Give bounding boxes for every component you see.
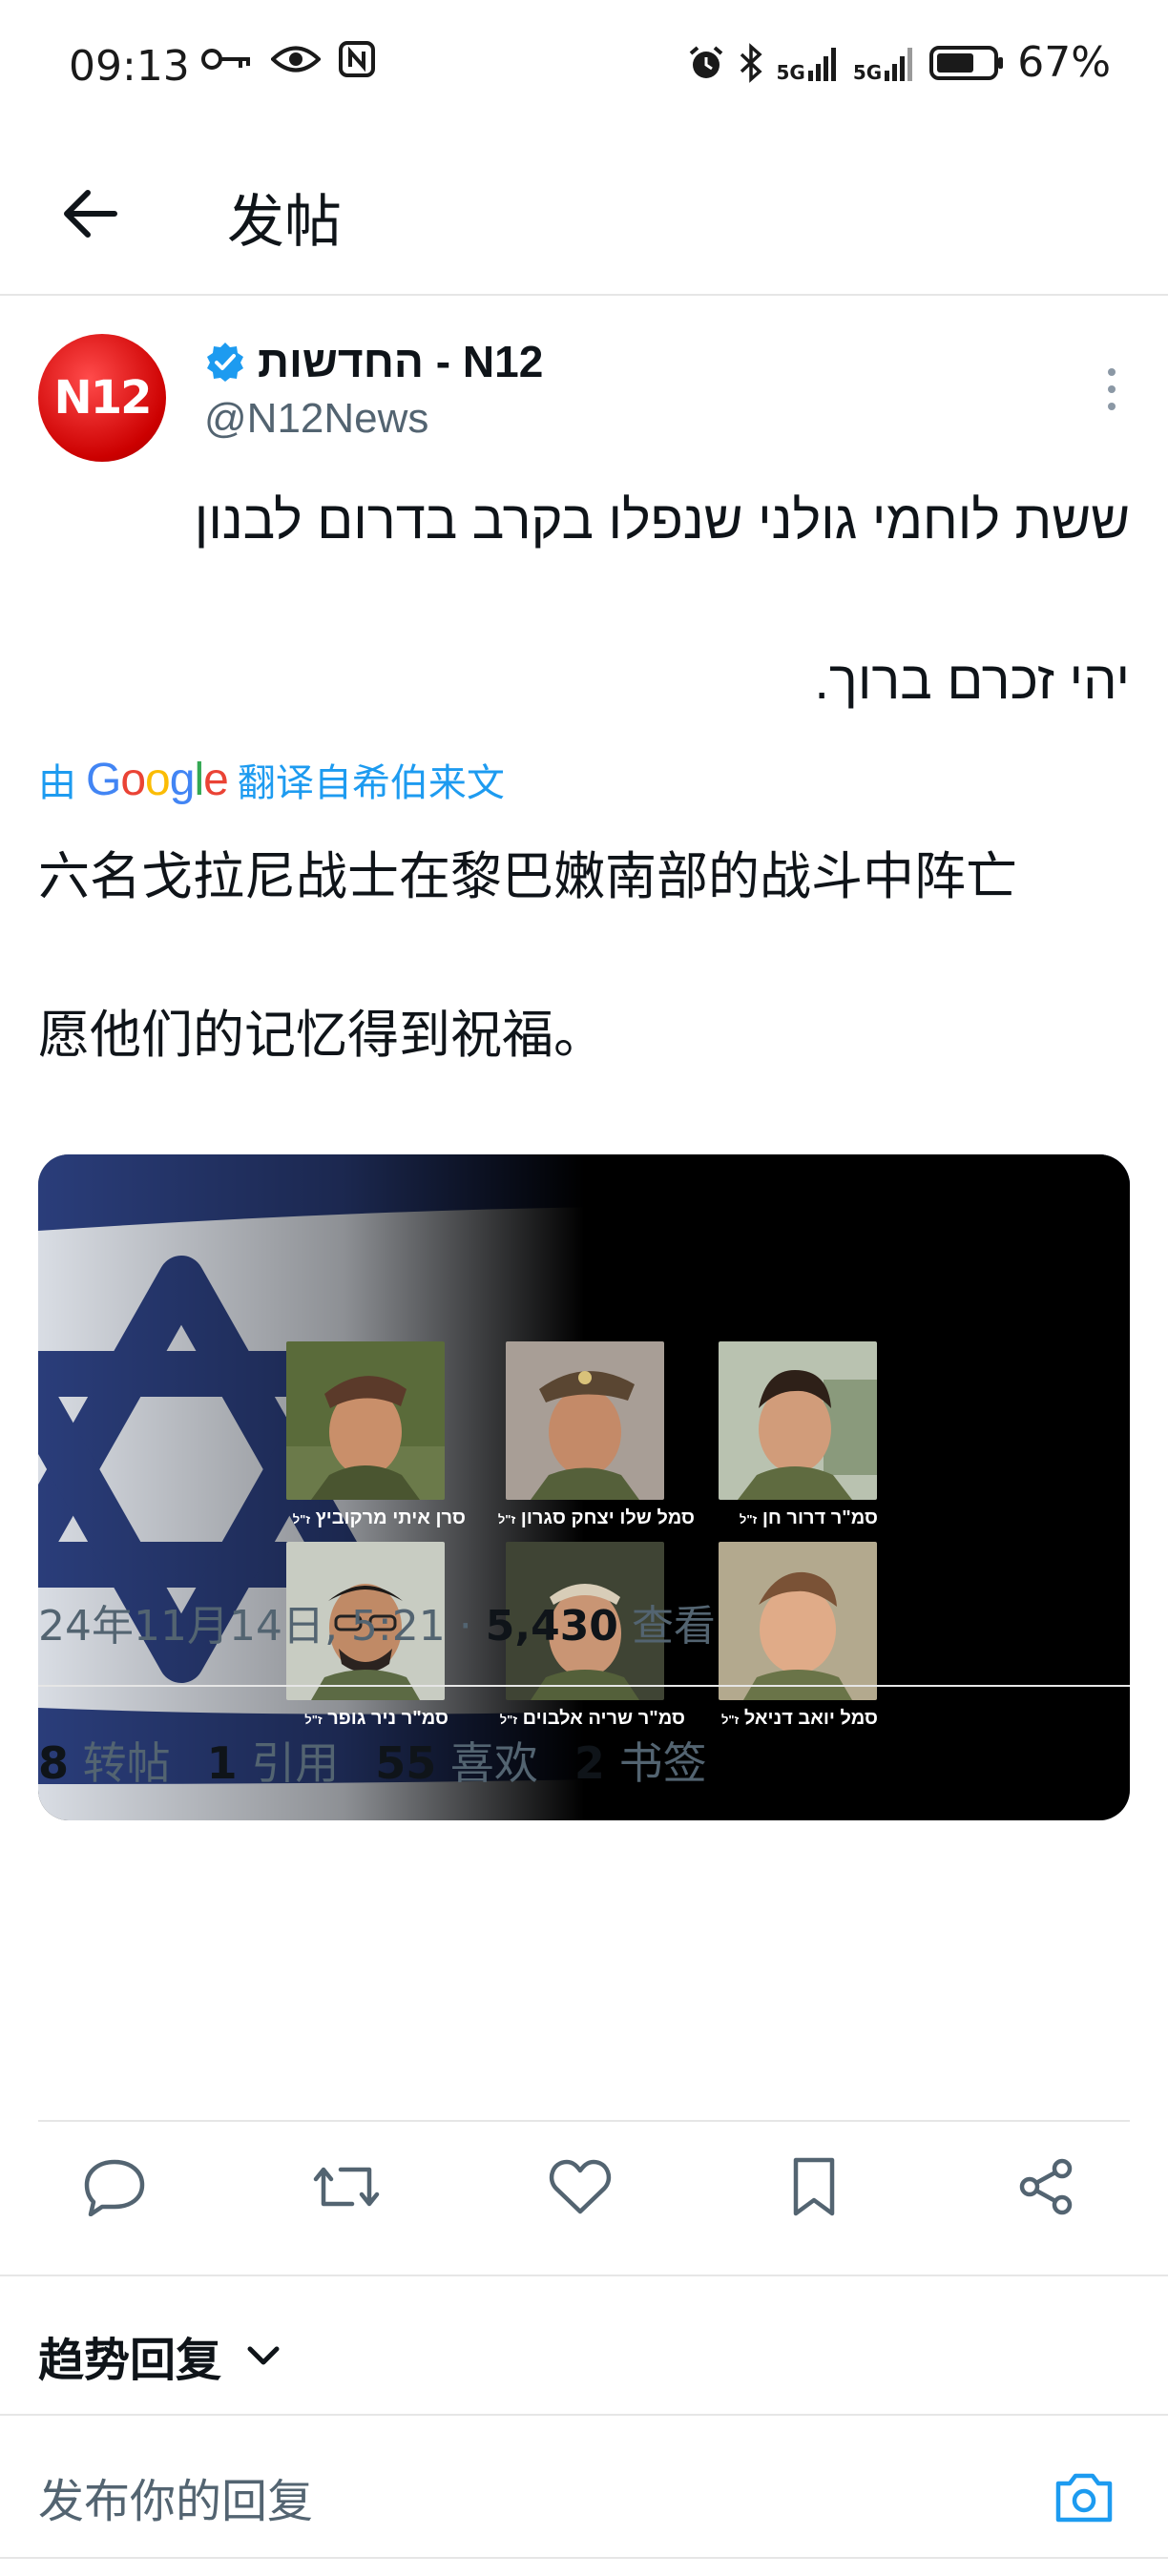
tweet-media-image[interactable]: סרן איתי מרקוביץ ז"ל סמל שלו יצחק סגרון … — [38, 1154, 1130, 1820]
divider — [38, 2120, 1130, 2122]
meta-separator: · — [458, 1602, 472, 1651]
stat-label: 喜欢 — [449, 1737, 538, 1789]
repost-button[interactable] — [308, 2149, 385, 2225]
stat-count: 8 — [38, 1737, 70, 1789]
soldier-name: סמל שלו יצחק סגרון — [520, 1507, 695, 1528]
top-app-bar: 发帖 — [0, 134, 1168, 296]
divider — [0, 2275, 1168, 2276]
repost-icon — [313, 2167, 380, 2207]
soldier-caption-4: סמ"ר ניר גופר ז"ל — [265, 1708, 448, 1730]
arrow-left-icon — [64, 190, 117, 238]
more-vertical-icon — [1108, 368, 1116, 410]
reply-input[interactable]: 发布你的回复 — [38, 2463, 313, 2530]
soldier-name: סמ"ר דרור חן — [761, 1507, 878, 1528]
google-logo: Google — [86, 754, 229, 805]
stat-count: 1 — [206, 1737, 238, 1789]
engagement-stats: 8 转帖 1 引用 55 喜欢 2 书签 — [38, 1729, 707, 1792]
author-name-row[interactable]: החדשות - N12 — [204, 336, 543, 387]
stat-reposts[interactable]: 8 转帖 — [38, 1729, 171, 1792]
stat-likes[interactable]: 55 喜欢 — [375, 1729, 538, 1792]
soldier-caption-5: סמ"ר שריה אלבוים ז"ל — [479, 1708, 685, 1730]
signal-1: 5G — [777, 44, 840, 82]
view-count: 5,430 — [485, 1602, 618, 1651]
network-type-2: 5G — [852, 60, 883, 84]
post-datetime: 24年11月14日, 5:21 — [38, 1602, 446, 1651]
trending-label: 趋势回复 — [38, 2334, 222, 2387]
soldier-photo — [286, 1341, 445, 1500]
soldier-name: סמל יואב דניאל — [743, 1708, 878, 1729]
translate-prefix: 由 — [38, 761, 76, 805]
bookmark-icon — [793, 2157, 835, 2216]
status-time: 09:13 — [69, 42, 190, 91]
signal-2: 5G — [853, 44, 916, 82]
soldier-suffix: ז"ל — [304, 1713, 323, 1727]
soldier-caption-1: סרן איתי מרקוביץ ז"ל — [265, 1507, 466, 1529]
soldier-suffix: ז"ל — [499, 1713, 518, 1727]
camera-button[interactable] — [1046, 2460, 1122, 2536]
comment-icon — [84, 2159, 145, 2216]
status-right-icons: 5G 5G 67% — [687, 38, 1111, 87]
chevron-down-icon — [247, 2346, 280, 2365]
tweet-meta: 24年11月14日, 5:21 · 5,430 查看 — [38, 1591, 716, 1652]
soldier-name: סמ"ר שריה אלבוים — [522, 1708, 685, 1729]
soldier-suffix: ז"ל — [739, 1512, 758, 1527]
soldier-photo — [719, 1542, 877, 1700]
heart-icon — [549, 2159, 612, 2214]
bluetooth-icon — [740, 42, 762, 83]
soldier-photo — [719, 1341, 877, 1500]
stat-count: 55 — [375, 1737, 437, 1789]
reply-button[interactable] — [76, 2149, 153, 2225]
like-button[interactable] — [542, 2149, 618, 2225]
share-button[interactable] — [1008, 2149, 1084, 2225]
soldier-suffix: ז"ל — [292, 1512, 311, 1527]
display-name: החדשות - N12 — [258, 337, 544, 386]
battery-percent: 67% — [1017, 38, 1111, 87]
divider — [38, 1685, 1130, 1687]
soldier-photo — [506, 1341, 664, 1500]
stat-count: 2 — [574, 1737, 605, 1789]
share-icon — [1019, 2158, 1073, 2215]
soldier-suffix: ז"ל — [497, 1512, 516, 1527]
battery-icon — [929, 45, 1004, 80]
soldier-suffix: ז"ל — [720, 1713, 740, 1727]
back-button[interactable] — [55, 179, 124, 248]
stat-label: 引用 — [251, 1737, 340, 1789]
soldier-name: סמ"ר ניר גופר — [327, 1708, 448, 1729]
avatar[interactable]: N12 — [38, 334, 166, 462]
soldier-caption-6: סמל יואב דניאל ז"ל — [697, 1708, 878, 1730]
camera-icon — [1055, 2473, 1113, 2523]
status-bar: 09:13 5G 5G 67% — [0, 0, 1168, 134]
stat-label: 书签 — [618, 1737, 707, 1789]
user-handle[interactable]: @N12News — [204, 395, 428, 443]
tweet-text-translated-line2: 愿他们的记忆得到祝福。 — [38, 1005, 605, 1065]
soldier-caption-3: סמ"ר דרור חן ז"ל — [706, 1507, 878, 1529]
status-left-icons — [200, 40, 376, 78]
stat-quotes[interactable]: 1 引用 — [207, 1729, 340, 1792]
tweet-text-original-line1: ששת לוחמי גולני שנפלו בקרב בדרום לבנון — [194, 489, 1130, 550]
soldier-name: סרן איתי מרקוביץ — [315, 1507, 466, 1528]
tweet-text-original-line2: יהי זכרם ברוך. — [814, 650, 1130, 710]
bookmark-button[interactable] — [776, 2149, 852, 2225]
stat-bookmarks[interactable]: 2 书签 — [574, 1729, 707, 1792]
network-type-1: 5G — [776, 60, 805, 84]
soldier-caption-2: סמל שלו יצחק סגרון ז"ל — [479, 1507, 695, 1529]
translation-attribution[interactable]: 由 Google 翻译自希伯来文 — [38, 752, 505, 807]
divider — [0, 2557, 1168, 2559]
key-icon — [201, 49, 250, 70]
stat-label: 转帖 — [82, 1737, 171, 1789]
verified-badge-icon — [207, 343, 243, 382]
signal-bars-icon — [885, 47, 913, 81]
tweet-text-translated-line1: 六名戈拉尼战士在黎巴嫩南部的战斗中阵亡 — [38, 846, 1017, 906]
signal-bars-icon — [807, 47, 836, 81]
translate-suffix: 翻译自希伯来文 — [237, 761, 505, 805]
nfc-icon — [339, 41, 375, 77]
trending-replies-dropdown[interactable]: 趋势回复 — [38, 2322, 282, 2389]
page-title: 发帖 — [227, 189, 342, 256]
tweet-actions — [0, 2149, 1168, 2244]
more-options-button[interactable] — [1097, 361, 1126, 418]
alarm-icon — [689, 45, 722, 78]
view-label: 查看 — [631, 1602, 716, 1651]
divider — [0, 2414, 1168, 2416]
eye-icon — [271, 46, 321, 73]
